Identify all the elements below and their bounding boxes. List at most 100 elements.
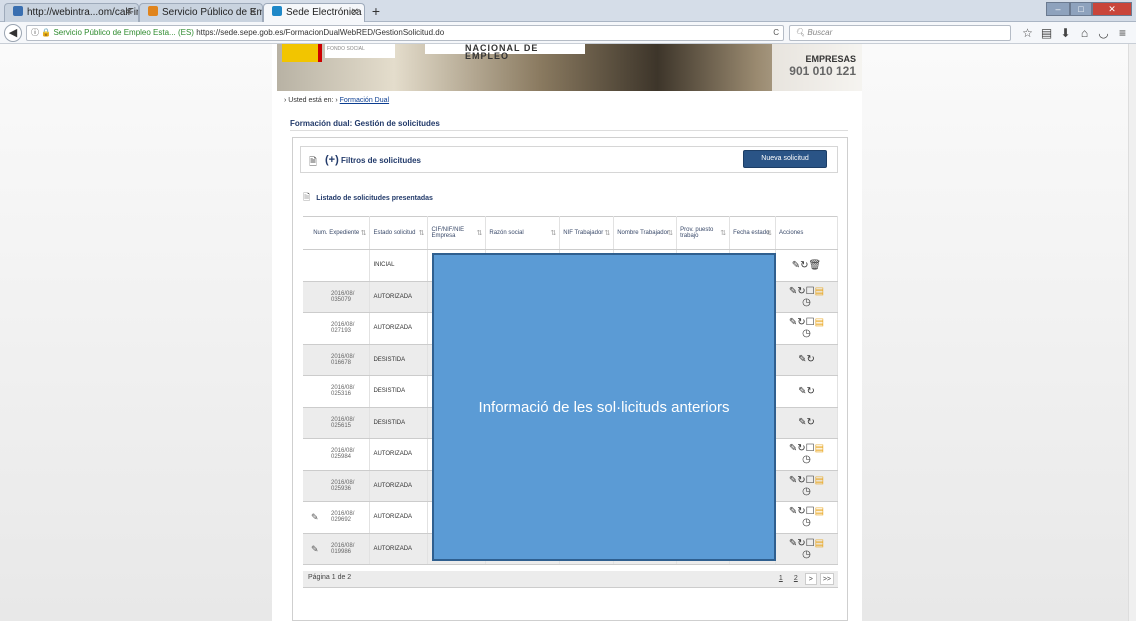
export-icon[interactable]: ▤ [815, 443, 824, 454]
info-icon[interactable]: ⓘ [31, 28, 39, 37]
expediente-value: 2016/08/ 035079 [331, 290, 355, 303]
close-icon[interactable]: ✕ [125, 4, 133, 21]
new-tab-button[interactable]: + [367, 3, 385, 20]
cell-num-expediente: 2016/08/ 016678 [303, 344, 371, 376]
trash-icon[interactable]: 🗑 [809, 260, 822, 271]
cell-acciones: ✎↻☐▤ ◷ [775, 533, 838, 565]
close-icon[interactable]: ✕ [351, 4, 359, 21]
reload-icon[interactable]: C [773, 26, 779, 40]
cell-num-expediente: 2016/08/ 025936 [303, 470, 371, 502]
sort-icon[interactable]: ⇅ [667, 229, 673, 237]
page-link-2[interactable]: 2 [790, 573, 802, 585]
filters-label: Filtros de solicitudes [340, 156, 421, 165]
refresh-icon[interactable]: ↻ [797, 506, 805, 517]
sort-icon[interactable]: ⇅ [720, 229, 726, 237]
bookmarks-list-icon[interactable]: ▤ [1037, 25, 1056, 41]
list-title: 🗎 Listado de solicitudes presentadas [303, 190, 433, 206]
refresh-icon[interactable]: ↻ [797, 317, 805, 328]
header-label: Estado solicitud [373, 230, 416, 236]
site-identity[interactable]: Servicio Público de Empleo Esta... (ES) [53, 28, 194, 37]
cell-acciones: ✎↻🗑 [775, 249, 838, 282]
last-page-button[interactable]: >> [819, 573, 834, 585]
edit-document-icon[interactable]: ☐ [806, 443, 815, 454]
column-header-num-expediente[interactable]: Num. Expediente ⇅ [303, 216, 371, 250]
refresh-icon[interactable]: ↻ [797, 286, 805, 297]
close-icon[interactable]: ✕ [249, 4, 257, 21]
close-window-icon[interactable]: ✕ [1092, 2, 1132, 16]
refresh-icon[interactable]: ↻ [807, 386, 815, 397]
clock-icon[interactable]: ◷ [802, 328, 811, 339]
page-icon [13, 6, 23, 16]
edit-document-icon[interactable]: ☐ [806, 538, 815, 549]
export-icon[interactable]: ▤ [815, 317, 824, 328]
column-header-provincia[interactable]: Prov. puesto trabajo ⇅ [676, 216, 731, 250]
column-header-nif[interactable]: NIF Trabajador ⇅ [559, 216, 615, 250]
url-text[interactable]: https://sede.sepe.gob.es/FormacionDualWe… [196, 28, 444, 37]
minimize-icon[interactable]: – [1046, 2, 1070, 16]
sort-icon[interactable]: ⇅ [419, 229, 425, 237]
sort-icon[interactable]: ⇅ [766, 229, 772, 237]
cell-acciones: ✎↻ [775, 375, 838, 408]
sort-icon[interactable]: ⇅ [361, 229, 367, 237]
refresh-icon[interactable]: ↻ [807, 354, 815, 365]
document-icon: 🗎 [303, 192, 311, 202]
pencil-icon[interactable]: ✎ [792, 260, 800, 271]
sort-icon[interactable]: ⇅ [550, 229, 556, 237]
breadcrumb-link-formacion-dual[interactable]: Formación Dual [340, 97, 389, 104]
edit-document-icon[interactable]: ☐ [806, 317, 815, 328]
clock-icon[interactable]: ◷ [802, 517, 811, 528]
clock-icon[interactable]: ◷ [802, 486, 811, 497]
sort-icon[interactable]: ⇅ [477, 229, 483, 237]
column-header-fecha[interactable]: Fecha estado ⇅ [729, 216, 776, 250]
tab-sede-sepe[interactable]: Sede Electrónica del SEPE. ...✕ [263, 3, 365, 22]
refresh-icon[interactable]: ↻ [797, 538, 805, 549]
pencil-icon[interactable]: ✎ [798, 417, 806, 428]
edit-document-icon[interactable]: ☐ [806, 475, 815, 486]
cell-num-expediente: ✎ 2016/08/ 029692 [303, 501, 371, 534]
back-button[interactable]: ◀ [4, 24, 22, 42]
expediente-value: 2016/08/ 019986 [331, 542, 355, 555]
edit-document-icon[interactable]: ☐ [806, 286, 815, 297]
next-page-button[interactable]: > [804, 573, 817, 585]
column-header-razon-social[interactable]: Razón social ⇅ [485, 216, 561, 250]
column-header-estado[interactable]: Estado solicitud ⇅ [369, 216, 429, 250]
filters-toggle[interactable]: (+) Filtros de solicitudes [325, 152, 421, 169]
title-divider [290, 130, 848, 131]
refresh-icon[interactable]: ↻ [800, 260, 808, 271]
scrollbar[interactable] [1128, 44, 1136, 621]
edit-document-icon[interactable]: ☐ [806, 506, 815, 517]
edit-row-icon[interactable]: ✎ [311, 544, 319, 555]
clock-icon[interactable]: ◷ [802, 297, 811, 308]
page-link-1[interactable]: 1 [775, 573, 787, 585]
clock-icon[interactable]: ◷ [802, 549, 811, 560]
maximize-icon[interactable]: □ [1070, 2, 1092, 16]
bookmark-star-icon[interactable]: ☆ [1018, 25, 1037, 41]
export-icon[interactable]: ▤ [815, 475, 824, 486]
pencil-icon[interactable]: ✎ [798, 354, 806, 365]
refresh-icon[interactable]: ↻ [807, 417, 815, 428]
cell-num-expediente: ✎ 2016/08/ 019986 [303, 533, 371, 565]
cell-num-expediente: 2016/08/ 027193 [303, 312, 371, 345]
column-header-cif[interactable]: CIF/NIF/NIE Empresa ⇅ [427, 216, 487, 250]
download-icon[interactable]: ⬇ [1056, 25, 1075, 41]
refresh-icon[interactable]: ↻ [797, 475, 805, 486]
export-icon[interactable]: ▤ [815, 538, 824, 549]
tab-servicio-publico[interactable]: Servicio Público de Empleo...✕ [139, 3, 263, 22]
expediente-value: 2016/08/ 025615 [331, 416, 355, 429]
refresh-icon[interactable]: ↻ [797, 443, 805, 454]
menu-icon[interactable]: ≡ [1113, 25, 1132, 41]
edit-row-icon[interactable]: ✎ [311, 512, 319, 523]
tab-webintra[interactable]: http://webintra...om/calFins.php✕ [4, 3, 139, 22]
header-label: Fecha estado [733, 230, 770, 236]
column-header-nombre[interactable]: Nombre Trabajador ⇅ [613, 216, 678, 250]
export-icon[interactable]: ▤ [815, 506, 824, 517]
address-bar[interactable]: ⓘ 🔒 Servicio Público de Empleo Esta... (… [26, 25, 784, 41]
sort-icon[interactable]: ⇅ [604, 229, 610, 237]
search-input[interactable]: 🔍︎ Buscar [789, 25, 1011, 41]
new-request-button[interactable]: Nueva solicitud [743, 150, 827, 168]
clock-icon[interactable]: ◷ [802, 454, 811, 465]
export-icon[interactable]: ▤ [815, 286, 824, 297]
home-icon[interactable]: ⌂ [1075, 25, 1094, 41]
pocket-icon[interactable]: ◡ [1094, 25, 1113, 41]
pencil-icon[interactable]: ✎ [798, 386, 806, 397]
